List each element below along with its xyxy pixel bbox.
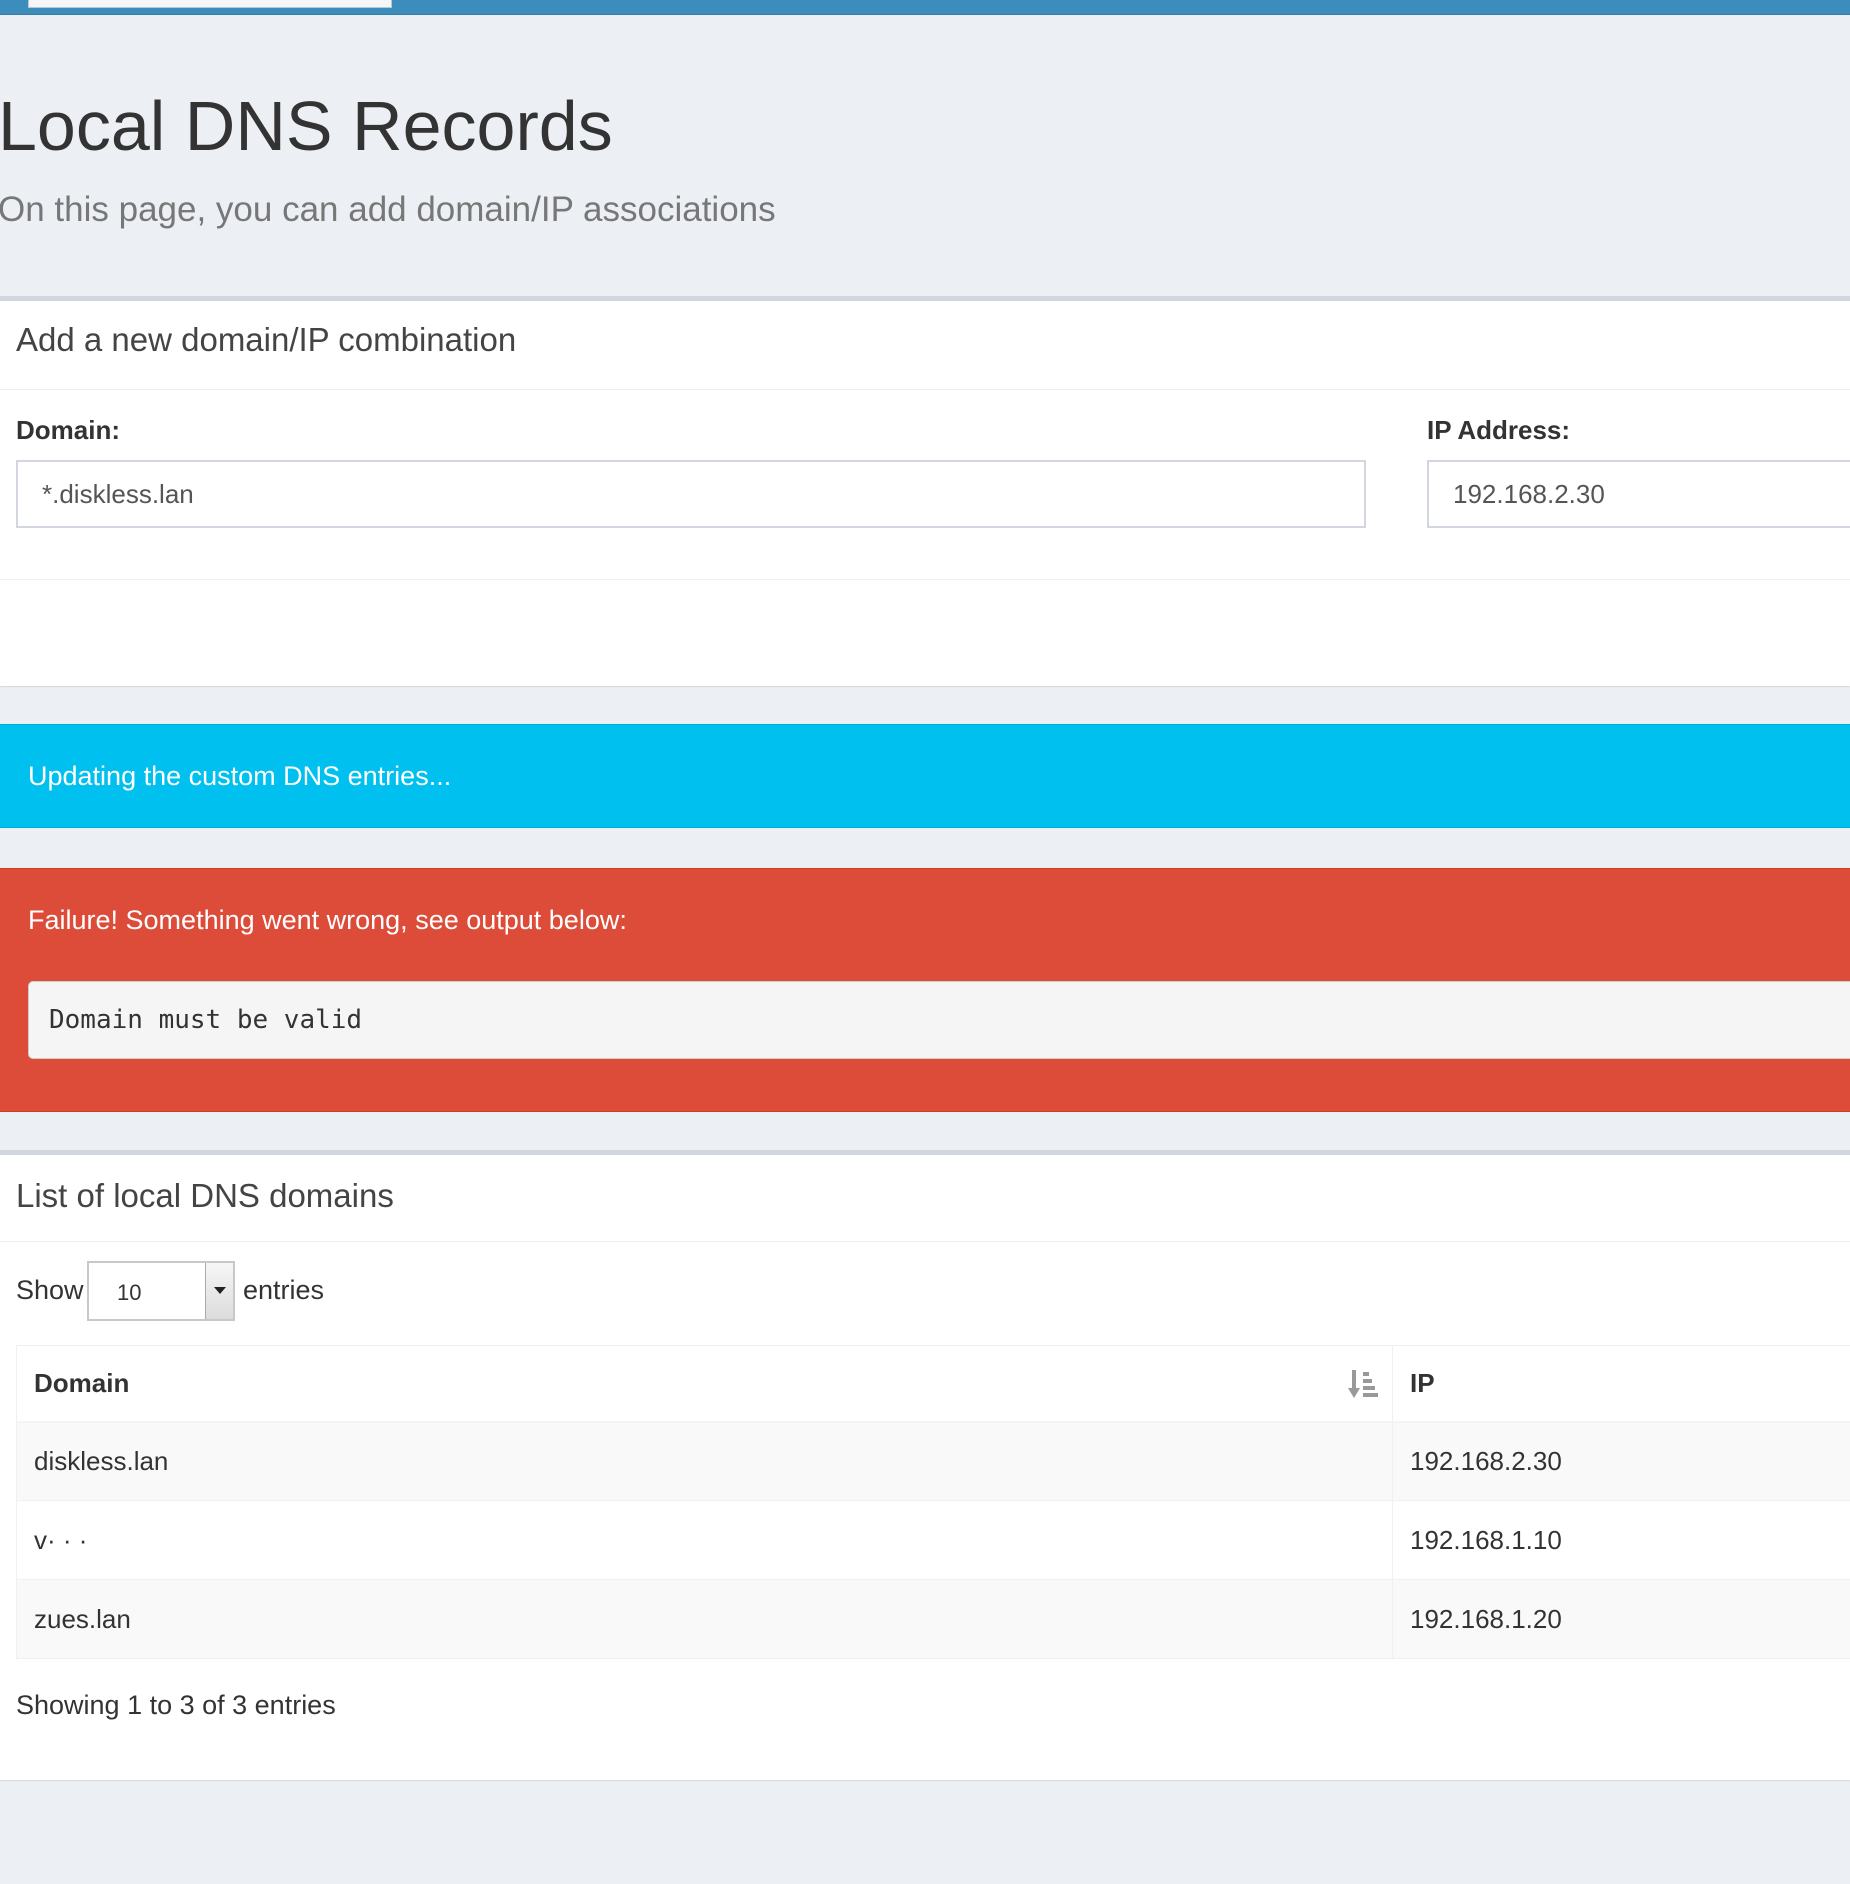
domain-cell: v· · · (16, 1500, 1393, 1580)
column-header-ip-label: IP (1410, 1367, 1435, 1398)
ip-cell: 192.168.1.20 (1392, 1579, 1850, 1659)
ip-address-label: IP Address: (1427, 415, 1571, 445)
table-row[interactable]: v· · · 192.168.1.10 (16, 1500, 1850, 1580)
column-header-domain[interactable]: Domain (16, 1345, 1393, 1423)
ip-address-input[interactable] (1427, 460, 1850, 528)
failure-alert: Failure! Something went wrong, see outpu… (0, 868, 1850, 1112)
entries-per-page-select[interactable]: 10 (87, 1261, 235, 1321)
page-subtitle: On this page, you can add domain/IP asso… (0, 190, 776, 229)
table-row[interactable]: zues.lan 192.168.1.20 (16, 1579, 1850, 1659)
ip-cell: 192.168.2.30 (1392, 1421, 1850, 1501)
domain-cell: diskless.lan (16, 1421, 1393, 1501)
entries-label: entries (243, 1275, 325, 1305)
add-box-title: Add a new domain/IP combination (16, 321, 517, 358)
info-alert: Updating the custom DNS entries... (0, 724, 1850, 828)
entries-per-page-value: 10 (117, 1280, 142, 1305)
error-output: Domain must be valid (28, 981, 1850, 1059)
list-box-header-divider (0, 1241, 1850, 1242)
add-box-footer-divider (0, 579, 1850, 580)
info-alert-text: Updating the custom DNS entries... (28, 761, 452, 791)
top-navbar (0, 0, 1850, 15)
domain-input[interactable] (16, 460, 1366, 528)
column-header-ip[interactable]: IP (1392, 1345, 1850, 1423)
dns-records-table: Domain IP diskless.lan 192.168.2.30 v· ·… (16, 1345, 1850, 1659)
failure-alert-text: Failure! Something went wrong, see outpu… (28, 905, 627, 935)
top-search-field[interactable] (28, 0, 392, 8)
page-title: Local DNS Records (0, 87, 613, 165)
sort-amount-down-icon (1348, 1370, 1378, 1398)
add-record-box: Add a new domain/IP combination Domain: … (0, 296, 1850, 686)
domain-cell: zues.lan (16, 1579, 1393, 1659)
ip-cell: 192.168.1.10 (1392, 1500, 1850, 1580)
list-box-title: List of local DNS domains (16, 1177, 394, 1214)
domain-label: Domain: (16, 415, 120, 445)
table-info-text: Showing 1 to 3 of 3 entries (16, 1690, 336, 1720)
caret-down-icon[interactable] (205, 1263, 233, 1319)
column-header-domain-label: Domain (34, 1367, 130, 1398)
add-box-header-divider (0, 389, 1850, 390)
dns-list-box: List of local DNS domains Show 10 entrie… (0, 1150, 1850, 1780)
table-row[interactable]: diskless.lan 192.168.2.30 (16, 1421, 1850, 1501)
show-label: Show (16, 1275, 84, 1305)
